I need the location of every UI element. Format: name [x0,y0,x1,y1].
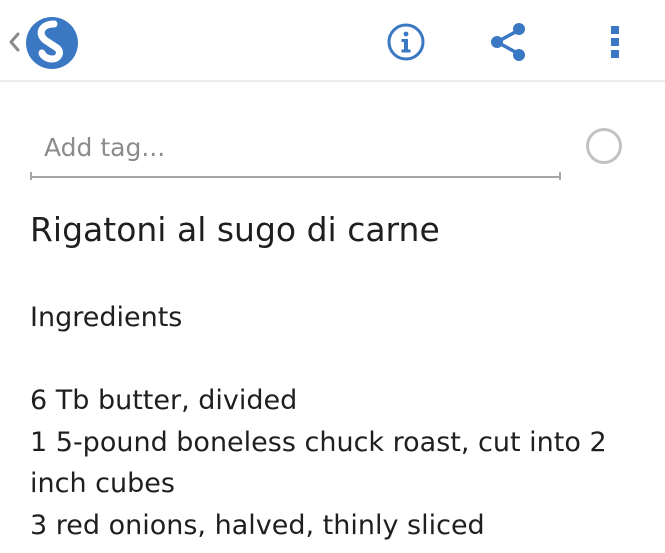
note-title: Rigatoni al sugo di carne [30,210,440,249]
list-item: 1 5-pound boneless chuck roast, cut into… [30,426,607,500]
list-item: 3 red onions, halved, thinly sliced [30,509,485,541]
note-content[interactable]: Rigatoni al sugo di carne Ingredients 6 … [30,206,640,546]
list-item: 6 Tb butter, divided [30,385,298,416]
info-icon [387,23,425,61]
more-vertical-icon [611,26,619,58]
tag-row [30,118,561,182]
top-toolbar [0,0,665,82]
tag-input-underline [30,118,561,180]
share-icon [491,23,525,61]
simplenote-logo-icon[interactable] [24,15,80,71]
note-editor-screen: Rigatoni al sugo di carne Ingredients 6 … [0,0,665,553]
chevron-left-icon[interactable] [6,24,22,60]
info-button[interactable] [381,17,431,67]
add-tag-input[interactable] [30,118,561,178]
circle-toggle-icon[interactable] [586,128,622,164]
more-menu-button[interactable] [590,17,640,67]
share-button[interactable] [483,17,533,67]
section-heading: Ingredients [30,302,183,333]
ingredient-list: 6 Tb butter, divided 1 5-pound boneless … [30,380,640,546]
